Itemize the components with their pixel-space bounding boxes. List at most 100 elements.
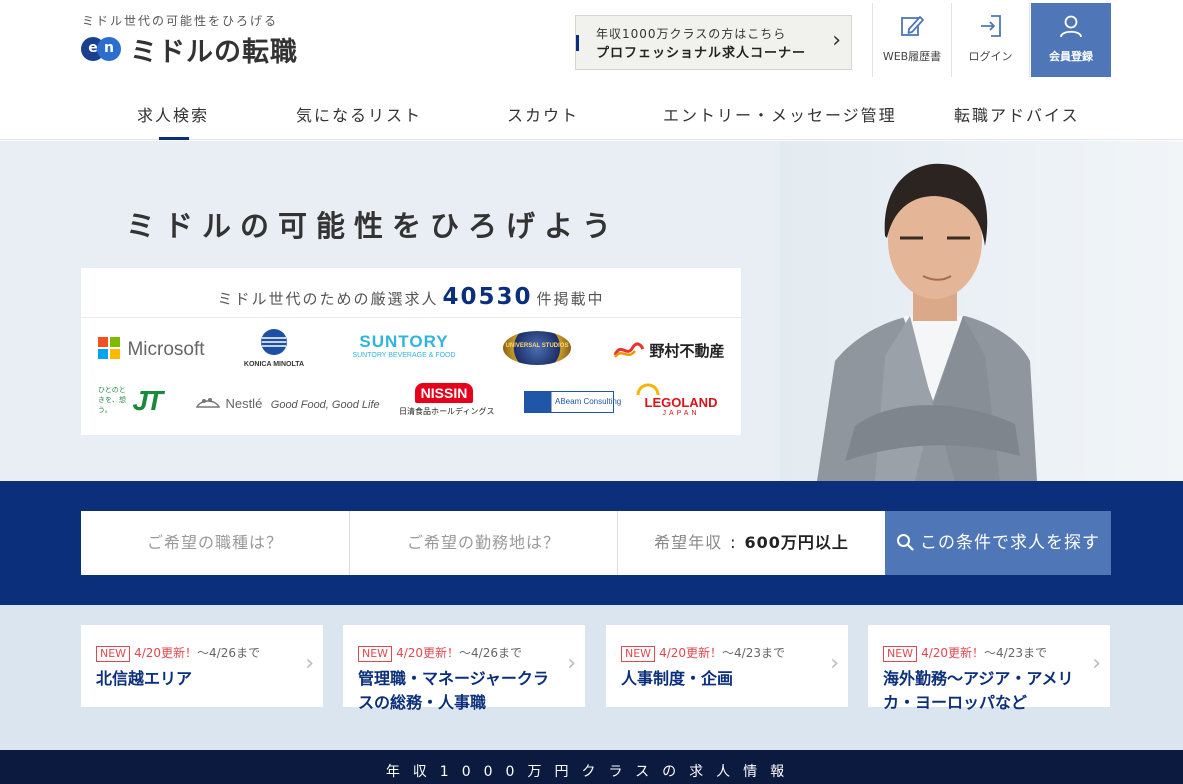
nissin-subtext: 日清食品ホールディングス xyxy=(399,407,495,416)
job-count-number: 40530 xyxy=(442,284,533,310)
nav-item-job-search[interactable]: 求人検索 xyxy=(137,102,209,126)
universal-studios-logo: UNIVERSAL STUDIOS xyxy=(503,331,571,365)
nav-item-entry-messages[interactable]: エントリー・メッセージ管理 xyxy=(663,102,897,126)
konica-wordmark: KONICA MINOLTA xyxy=(243,361,305,368)
edit-icon xyxy=(901,16,924,36)
card-updated: 4/20更新！ xyxy=(396,646,460,660)
location-select[interactable]: ご希望の勤務地は？ xyxy=(350,511,618,575)
card-updated: 4/20更新！ xyxy=(921,646,985,660)
chevron-right-icon: › xyxy=(832,28,841,53)
banner-accent-bar xyxy=(576,35,579,51)
web-resume-button[interactable]: WEB履歴書 xyxy=(872,3,951,77)
hero-section: ミドルの可能性をひろげよう ミドル世代のための厳選求人 40530 件掲載中 Mic… xyxy=(0,141,1183,481)
card-title: 北信越エリア xyxy=(96,669,193,688)
search-submit-button[interactable]: この条件で求人を探す xyxy=(885,511,1111,575)
site-logo-text[interactable]: ミドルの転職 xyxy=(130,30,298,69)
job-type-select[interactable]: ご希望の職種は？ xyxy=(81,511,350,575)
jt-wordmark: JT xyxy=(132,385,163,416)
search-icon xyxy=(897,534,914,551)
web-resume-label: WEB履歴書 xyxy=(882,50,942,63)
job-count-text: ミドル世代のための厳選求人 40530 件掲載中 xyxy=(217,284,604,310)
suntory-logo: SUNTORY SUNTORY BEVERAGE & FOOD xyxy=(345,332,463,359)
abeam-mark: ABeam Consulting xyxy=(524,391,622,413)
company-logos-card: ミドル世代のための厳選求人 40530 件掲載中 Microsoft KONICA … xyxy=(81,268,741,435)
card-period: 〜4/26まで xyxy=(459,646,522,660)
card-meta: NEW 4/20更新！〜4/26まで xyxy=(96,644,260,662)
jt-slogan: ひとのときを、想う。 xyxy=(98,387,126,414)
login-label: ログイン xyxy=(968,50,1013,63)
salary-colon: : xyxy=(730,533,737,552)
job-count-prefix: ミドル世代のための厳選求人 xyxy=(217,290,439,308)
high-salary-banner[interactable]: 年収1000万円クラスの求人情報 xyxy=(0,750,1183,784)
nav-item-favorites[interactable]: 気になるリスト xyxy=(296,102,422,126)
nestle-tagline: Good Food, Good Life xyxy=(270,399,380,411)
login-icon xyxy=(980,15,1001,37)
nissin-logo: NISSIN 日清食品ホールディングス xyxy=(399,383,495,417)
high-salary-banner-text: 年収1000万円クラスの求人情報 xyxy=(385,764,798,780)
nomura-wave-icon xyxy=(613,342,645,358)
chevron-right-icon: › xyxy=(305,651,314,676)
nav-item-scout[interactable]: スカウト xyxy=(507,102,579,126)
chevron-right-icon: › xyxy=(1092,651,1101,676)
new-badge: NEW xyxy=(96,646,131,662)
nomura-real-estate-logo: 野村不動産 xyxy=(613,340,724,361)
new-badge: NEW xyxy=(621,646,656,662)
card-period: 〜4/23まで xyxy=(984,646,1047,660)
salary-label: 希望年収 xyxy=(654,533,723,552)
professional-jobs-banner[interactable]: 年収1000万クラスの方はこちら プロフェッショナル求人コーナー › xyxy=(575,15,852,70)
featured-card[interactable]: NEW 4/20更新！〜4/23まで 人事制度・企画 › xyxy=(606,625,848,707)
suntory-subtext: SUNTORY BEVERAGE & FOOD xyxy=(352,352,456,359)
card-period: 〜4/23まで xyxy=(722,646,785,660)
abeam-consulting-logo: ABeam Consulting xyxy=(524,391,622,413)
register-label: 会員登録 xyxy=(1049,50,1093,63)
banner-line2: プロフェッショナル求人コーナー xyxy=(596,46,807,61)
search-bar: ご希望の職種は？ ご希望の勤務地は？ 希望年収:600万円以上 この条件で求人を… xyxy=(81,511,1111,575)
konica-globe-icon xyxy=(261,329,287,355)
hero-title: ミドルの可能性をひろげよう xyxy=(126,209,621,243)
nestle-nest-icon xyxy=(195,398,221,408)
job-count-suffix: 件掲載中 xyxy=(536,290,605,308)
register-button[interactable]: 会員登録 xyxy=(1031,3,1111,77)
chevron-right-icon: › xyxy=(830,651,839,676)
card-meta: NEW 4/20更新！〜4/23まで xyxy=(883,644,1047,662)
card-title: 海外勤務〜アジア・アメリカ・ヨーロッパなど xyxy=(883,669,1074,712)
banner-line1: 年収1000万クラスの方はこちら xyxy=(596,27,787,41)
salary-select[interactable]: 希望年収:600万円以上 xyxy=(618,511,885,575)
search-button-label: この条件で求人を探す xyxy=(920,533,1100,553)
legoland-logo: LEGOLAND JAPAN xyxy=(636,383,726,417)
main-nav: 求人検索 気になるリスト スカウト エントリー・メッセージ管理 転職アドバイス xyxy=(0,84,1183,140)
nestle-logo: Nestlé Good Food, Good Life xyxy=(195,393,380,413)
card-title: 管理職・マネージャークラスの総務・人事職 xyxy=(358,669,549,712)
featured-card[interactable]: NEW 4/20更新！〜4/26まで 管理職・マネージャークラスの総務・人事職 › xyxy=(343,625,585,712)
featured-card[interactable]: NEW 4/20更新！〜4/26まで 北信越エリア › xyxy=(81,625,323,707)
featured-card[interactable]: NEW 4/20更新！〜4/23まで 海外勤務〜アジア・アメリカ・ヨーロッパなど … xyxy=(868,625,1110,712)
nestle-wordmark: Nestlé xyxy=(225,396,263,411)
logo-n-glyph: n xyxy=(97,37,121,61)
abeam-wordmark: ABeam Consulting xyxy=(555,397,622,406)
suntory-wordmark: SUNTORY xyxy=(359,332,449,351)
card-updated: 4/20更新！ xyxy=(134,646,198,660)
jt-logo: ひとのときを、想う。 JT xyxy=(98,385,163,417)
job-count-row: ミドル世代のための厳選求人 40530 件掲載中 xyxy=(81,268,741,318)
user-icon xyxy=(1060,15,1082,38)
card-meta: NEW 4/20更新！〜4/26まで xyxy=(358,644,522,662)
card-period: 〜4/26まで xyxy=(197,646,260,660)
nav-active-indicator xyxy=(159,137,189,140)
nav-item-career-advice[interactable]: 転職アドバイス xyxy=(954,102,1080,126)
login-button[interactable]: ログイン xyxy=(951,3,1030,77)
nomura-wordmark: 野村不動産 xyxy=(649,343,725,360)
card-title: 人事制度・企画 xyxy=(621,669,734,688)
card-updated: 4/20更新！ xyxy=(659,646,723,660)
en-logo-icon[interactable]: e n xyxy=(81,37,121,61)
card-meta: NEW 4/20更新！〜4/23まで xyxy=(621,644,785,662)
microsoft-logo: Microsoft xyxy=(98,337,205,361)
site-header: ミドル世代の可能性をひろげる e n ミドルの転職 年収1000万クラスの方はこ… xyxy=(0,0,1183,84)
universal-wordmark: UNIVERSAL STUDIOS xyxy=(505,343,569,349)
chevron-right-icon: › xyxy=(567,651,576,676)
salary-value: 600万円以上 xyxy=(744,533,849,552)
site-tagline: ミドル世代の可能性をひろげる xyxy=(82,14,279,28)
featured-jobs-section: NEW 4/20更新！〜4/26まで 北信越エリア › NEW 4/20更新！〜4/… xyxy=(0,605,1183,750)
new-badge: NEW xyxy=(883,646,918,662)
new-badge: NEW xyxy=(358,646,393,662)
search-section: ご希望の職種は？ ご希望の勤務地は？ 希望年収:600万円以上 この条件で求人を… xyxy=(0,481,1183,605)
